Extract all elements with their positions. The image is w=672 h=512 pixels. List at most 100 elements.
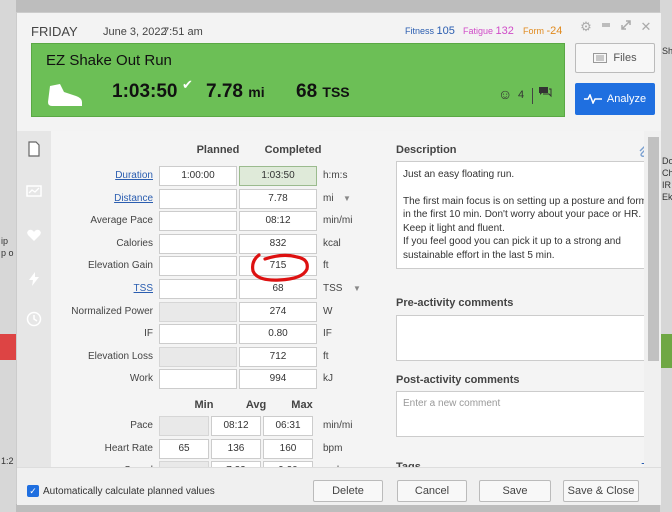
tss-label[interactable]: TSS <box>51 283 153 294</box>
average-pace-completed-input[interactable]: 08:12 <box>239 211 317 232</box>
distance-stat: 7.78 mi <box>206 81 265 103</box>
background-text: Ek <box>662 192 672 202</box>
tss-planned-input[interactable] <box>159 279 237 299</box>
calories-planned-input[interactable] <box>159 233 237 254</box>
elevation-loss-planned-input[interactable] <box>159 346 237 367</box>
detail-tab-bar <box>17 131 51 467</box>
pace-max-input[interactable]: 06:31 <box>263 416 313 436</box>
pre-activity-comment-input[interactable] <box>396 315 654 361</box>
background-text: ip <box>1 236 9 246</box>
if-completed-input[interactable]: 0.80 <box>239 324 317 345</box>
average-pace-planned-input[interactable] <box>159 211 237 232</box>
duration-stat: 1:03:50 <box>112 81 178 102</box>
normalized-power-planned-input[interactable] <box>159 301 237 322</box>
duration-completed-input[interactable]: 1:03:50 <box>239 166 317 186</box>
modal-footer: ✓ Automatically calculate planned values… <box>17 467 661 505</box>
if-unit: IF <box>323 328 332 340</box>
collapse-icon[interactable] <box>599 19 613 35</box>
pace-min-input[interactable] <box>159 416 209 436</box>
normalized-power-completed-input[interactable]: 274 <box>239 301 317 322</box>
background-red-strip <box>0 334 16 360</box>
duration-unit: h:m:s <box>323 170 348 181</box>
distance-label[interactable]: Distance <box>51 193 153 204</box>
form-value: -24 <box>546 25 563 37</box>
clock-icon[interactable] <box>26 311 42 327</box>
pace-avg-input[interactable]: 08:12 <box>211 416 261 436</box>
fitness-metric: Fitness 105 <box>405 25 455 37</box>
smiley-icon[interactable]: ☺ <box>498 86 512 102</box>
calories-label: Calories <box>116 237 153 249</box>
background-text: 1:2 <box>1 456 14 466</box>
save-and-close-button[interactable]: Save & Close <box>563 480 639 502</box>
auto-calculate-checkbox[interactable]: ✓ <box>27 485 39 497</box>
heart-rate-avg-input[interactable]: 136 <box>211 438 261 459</box>
heart-rate-max-input[interactable]: 160 <box>263 438 313 459</box>
workout-detail-modal: FRIDAY June 3, 2022 7:51 am Fitness 105 … <box>16 12 661 505</box>
post-activity-placeholder: Enter a new comment <box>403 398 501 409</box>
distance-unit-dropdown-icon[interactable]: ▼ <box>343 194 351 203</box>
description-line: The first main focus is on setting up a … <box>403 195 648 234</box>
description-line: If you feel good you can pick it up to a… <box>403 236 621 261</box>
analyze-button[interactable]: Analyze <box>575 83 655 115</box>
header-icon-bar: ⚙ ✕ <box>579 19 653 35</box>
calories-unit: kcal <box>323 237 341 249</box>
files-icon <box>593 53 608 63</box>
if-planned-input[interactable] <box>159 324 237 345</box>
elevation-gain-label: Elevation Gain <box>87 260 153 272</box>
heart-rate-min-input[interactable]: 65 <box>159 438 209 459</box>
fatigue-label: Fatigue <box>463 26 494 36</box>
pulse-icon <box>583 94 602 104</box>
work-planned-input[interactable] <box>159 369 237 390</box>
description-text[interactable]: Just an easy floating run. The first mai… <box>396 161 654 269</box>
background-green-strip <box>660 334 672 368</box>
completed-column-header: Completed <box>264 144 322 156</box>
heart-icon[interactable] <box>26 227 42 243</box>
gear-icon[interactable]: ⚙ <box>579 19 593 35</box>
fitness-label: Fitness <box>405 26 435 36</box>
background-right-panel <box>660 0 672 512</box>
cancel-button[interactable]: Cancel <box>397 480 467 502</box>
save-button[interactable]: Save <box>479 480 551 502</box>
workout-detail-content: Planned Completed Duration 1:00:00 1:03:50… <box>51 131 661 482</box>
expand-icon[interactable] <box>619 19 633 35</box>
elevation-gain-unit: ft <box>323 260 329 272</box>
heart-rate-stat-unit: bpm <box>323 442 343 454</box>
fatigue-value: 132 <box>495 25 514 37</box>
close-icon[interactable]: ✕ <box>639 19 653 35</box>
fatigue-metric: Fatigue 132 <box>463 25 514 37</box>
if-label: IF <box>144 328 153 340</box>
description-line: Just an easy floating run. <box>403 169 515 180</box>
distance-stat-unit: mi <box>248 84 265 100</box>
workout-title[interactable]: EZ Shake Out Run <box>46 52 172 69</box>
work-label: Work <box>129 373 153 385</box>
files-button[interactable]: Files <box>575 43 655 73</box>
work-unit: kJ <box>323 373 333 385</box>
duration-planned-input[interactable]: 1:00:00 <box>159 166 237 186</box>
chart-icon[interactable] <box>26 183 42 199</box>
distance-stat-value: 7.78 <box>206 81 243 102</box>
fitness-value: 105 <box>436 25 455 37</box>
max-column-header: Max <box>291 399 313 411</box>
day-label: FRIDAY <box>31 24 78 39</box>
document-icon[interactable] <box>26 141 42 157</box>
lightning-icon[interactable] <box>26 271 42 287</box>
planned-column-header: Planned <box>196 144 240 156</box>
tss-unit-dropdown-icon[interactable]: ▼ <box>353 284 361 293</box>
normalized-power-unit: W <box>323 305 333 317</box>
work-completed-input[interactable]: 994 <box>239 369 317 390</box>
comments-icon[interactable] <box>538 86 552 101</box>
delete-button[interactable]: Delete <box>313 480 383 502</box>
elevation-loss-unit: ft <box>323 350 329 362</box>
distance-planned-input[interactable] <box>159 188 237 209</box>
scrollbar-thumb[interactable] <box>648 137 659 361</box>
average-pace-label: Average Pace <box>90 215 153 227</box>
elevation-loss-label: Elevation Loss <box>87 350 153 362</box>
workout-header: FRIDAY June 3, 2022 7:51 am Fitness 105 … <box>17 13 661 131</box>
distance-completed-input[interactable]: 7.78 <box>239 188 317 209</box>
comment-count: 4 <box>518 89 525 101</box>
post-activity-comment-input[interactable]: Enter a new comment <box>396 391 654 437</box>
elevation-gain-planned-input[interactable] <box>159 256 237 277</box>
elevation-loss-completed-input[interactable]: 712 <box>239 346 317 367</box>
duration-label[interactable]: Duration <box>51 170 153 181</box>
completed-check-icon: ✔ <box>182 77 193 92</box>
